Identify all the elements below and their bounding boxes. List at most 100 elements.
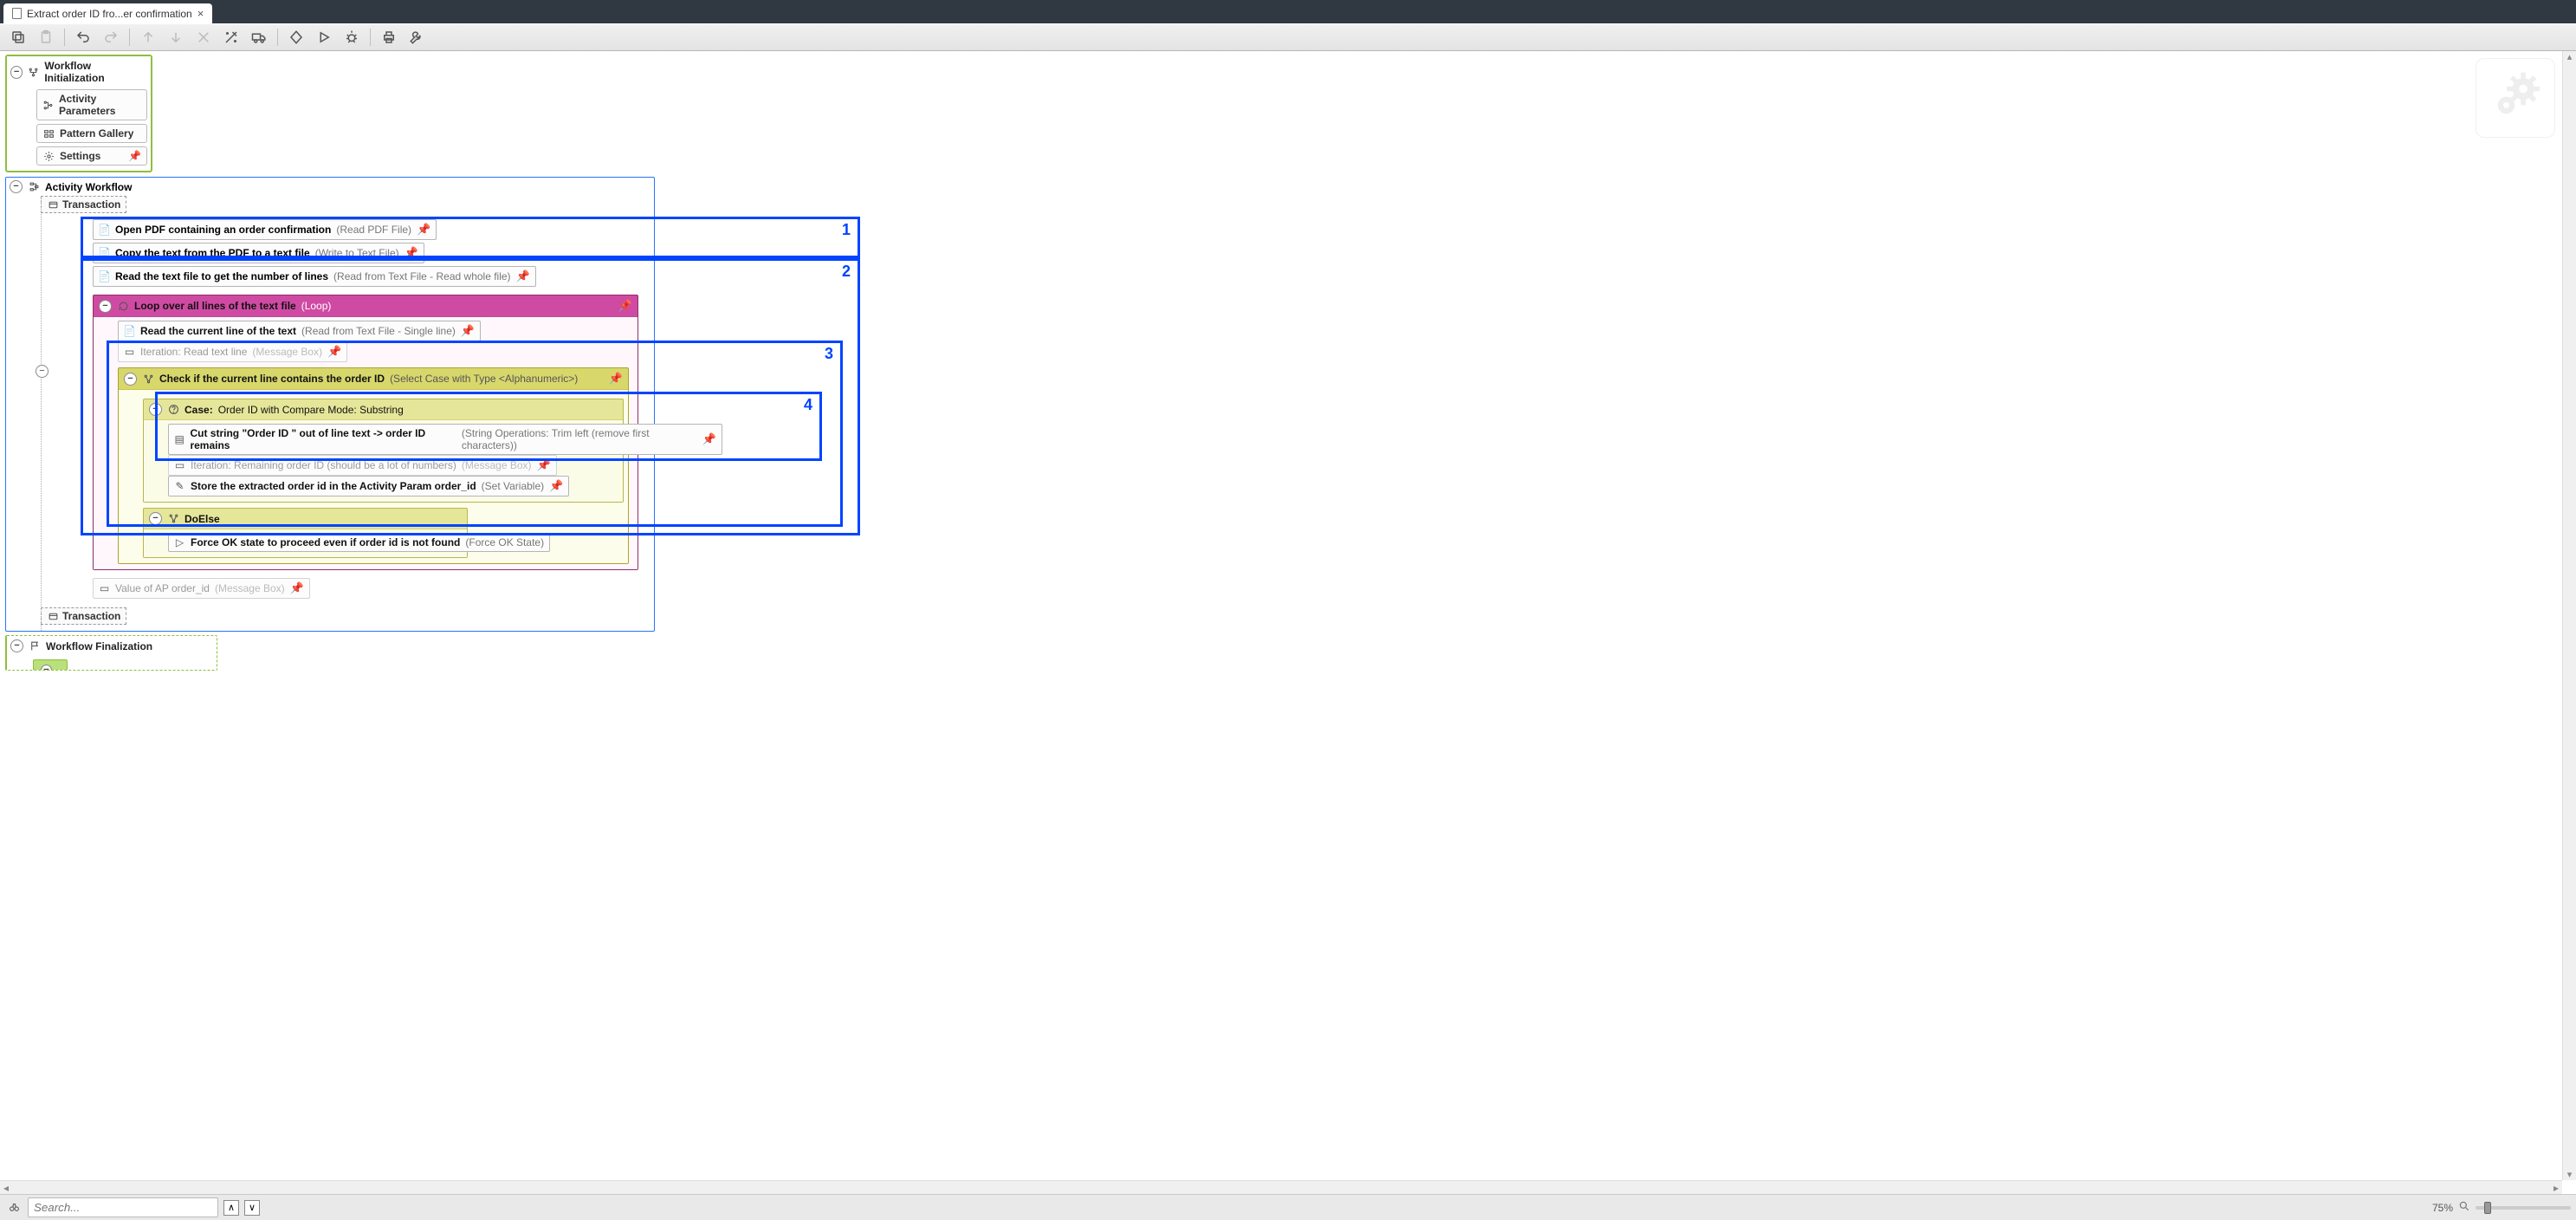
detail: (Set Variable) [482,480,544,492]
move-up-button[interactable] [137,26,159,49]
move-down-button[interactable] [165,26,187,49]
pin-icon[interactable]: 📌 [549,479,563,493]
step-cut-string[interactable]: ▤ Cut string "Order ID " out of line tex… [168,424,722,455]
file-icon: 📄 [99,271,110,282]
step-value-ap[interactable]: ▭ Value of AP order_id (Message Box) 📌 [93,578,310,599]
canvas-scroll[interactable]: − Workflow Initialization Activity Param… [0,51,2576,1194]
binoculars-icon[interactable] [5,1202,23,1214]
branch-icon [142,373,154,385]
pin-icon[interactable]: 📌 [128,150,141,162]
collapse-icon[interactable]: − [10,180,23,193]
pin-icon[interactable]: 📌 [702,432,716,446]
step-store-variable[interactable]: ✎ Store the extracted order id in the Ac… [168,476,569,496]
step-open-pdf[interactable]: 📄 Open PDF containing an order confirmat… [93,219,437,240]
canvas-area: − Workflow Initialization Activity Param… [0,51,2576,1194]
pin-icon[interactable]: 📌 [516,269,530,283]
transaction-start[interactable]: Transaction [41,196,126,213]
vertical-scrollbar[interactable]: ▴▾ [2562,51,2576,1180]
pin-icon[interactable]: 📌 [405,246,418,260]
undo-button[interactable] [72,26,94,49]
detail: (Read from Text File - Single line) [301,325,456,337]
step-iteration-remaining[interactable]: ▭ Iteration: Remaining order ID (should … [168,455,557,476]
step-read-lines[interactable]: 📄 Read the text file to get the number o… [93,266,536,287]
collapse-icon[interactable]: − [10,639,23,652]
collapse-icon[interactable]: − [41,665,52,671]
settings-row-button[interactable]: Settings 📌 [36,146,147,165]
redo-button[interactable] [100,26,122,49]
gears-icon [2476,58,2555,138]
tab-active[interactable]: Extract order ID fro...er confirmation × [3,3,212,23]
step-read-current-line[interactable]: 📄 Read the current line of the text (Rea… [118,321,481,341]
validate-button[interactable] [285,26,307,49]
loop-icon [117,300,129,312]
search-input[interactable] [28,1197,218,1217]
document-icon [12,8,22,19]
search-next-button[interactable]: ∨ [244,1200,260,1216]
collapse-icon[interactable]: − [149,403,162,416]
run-button[interactable] [313,26,335,49]
pin-icon[interactable]: 📌 [537,458,551,472]
pin-icon[interactable]: 📌 [417,223,430,237]
case-group[interactable]: − Case: Order ID with Compare Mode: Subs… [143,399,624,503]
pin-icon[interactable]: 📌 [609,372,623,386]
detail: (Write to Text File) [315,247,399,259]
section-title: Activity Workflow [45,181,132,193]
step-force-ok[interactable]: ▷ Force OK state to proceed even if orde… [168,533,550,552]
paste-button[interactable] [35,26,57,49]
zoom-slider[interactable] [2476,1206,2571,1210]
detail: (Message Box) [215,582,285,594]
label: Cut string "Order ID " out of line text … [190,427,456,451]
label: Pattern Gallery [60,127,133,140]
pattern-gallery-button[interactable]: Pattern Gallery [36,124,147,143]
workflow-finalization[interactable]: − Workflow Finalization − [5,635,217,671]
step-copy-text[interactable]: 📄 Copy the text from the PDF to a text f… [93,243,424,263]
search-prev-button[interactable]: ∧ [223,1200,239,1216]
close-icon[interactable]: × [197,7,204,20]
collapse-icon[interactable]: − [36,365,49,378]
collapse-icon[interactable]: − [124,373,137,386]
pin-icon[interactable]: 📌 [461,324,475,338]
print-button[interactable] [378,26,400,49]
transaction-end[interactable]: Transaction [41,607,126,625]
branch-icon [167,513,179,525]
zoom-label: 75% [2432,1202,2453,1214]
file-icon: 📄 [124,326,135,337]
detail: (Read PDF File) [336,224,411,236]
collapse-icon[interactable]: − [149,512,162,525]
label: DoElse [184,513,220,525]
loop-group[interactable]: − Loop over all lines of the text file (… [93,295,638,570]
label: Check if the current line contains the o… [159,373,385,385]
label: Case: [184,404,213,416]
label: Iteration: Read text line [140,346,247,358]
detail: Order ID with Compare Mode: Substring [218,404,404,416]
detail: (Read from Text File - Read whole file) [333,270,511,282]
check-group[interactable]: − Check if the current line contains the… [118,367,629,564]
copy-button[interactable] [7,26,29,49]
delete-button[interactable] [192,26,215,49]
activity-parameters-button[interactable]: Activity Parameters [36,89,147,120]
doelse-group[interactable]: − DoElse ▷ Force OK state to [143,508,468,558]
activity-workflow[interactable]: − Activity Workflow − Transaction [5,177,655,632]
deploy-button[interactable] [248,26,270,49]
pin-icon[interactable]: 📌 [290,581,304,595]
pdf-icon: 📄 [99,224,110,236]
pin-icon[interactable]: 📌 [327,345,341,359]
settings-button[interactable] [405,26,428,49]
magnifier-icon[interactable] [2458,1200,2470,1215]
gear-icon [42,150,55,162]
workflow-initialization[interactable]: − Workflow Initialization Activity Param… [5,55,152,172]
final-chip[interactable]: − [33,659,68,670]
play-icon: ▷ [174,537,185,548]
collapse-icon[interactable]: − [99,300,112,313]
debug-button[interactable] [340,26,363,49]
horizontal-scrollbar[interactable]: ◂▸ [0,1180,2562,1194]
step-iteration-readline[interactable]: ▭ Iteration: Read text line (Message Box… [118,341,347,362]
collapse-icon[interactable]: − [10,66,23,79]
pin-icon[interactable]: 📌 [618,299,632,313]
wand-button[interactable] [220,26,243,49]
question-icon [167,404,179,416]
tree-icon [42,99,54,111]
status-bar: ∧ ∨ 75% [0,1194,2576,1220]
label: Read the current line of the text [140,325,296,337]
toolbar [0,23,2576,51]
